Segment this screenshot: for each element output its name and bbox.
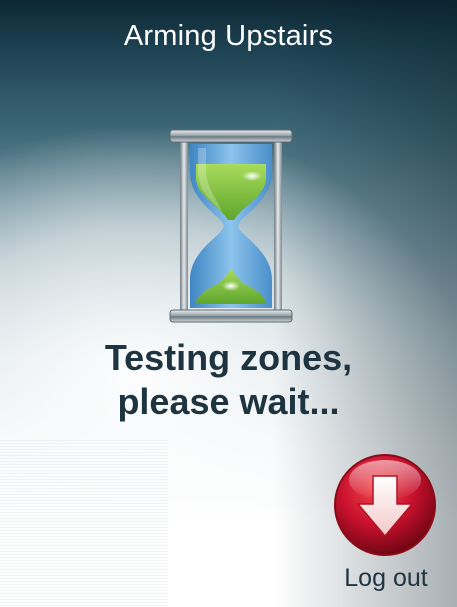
arming-screen: Arming Upstairs Testing zones, please wa… (0, 0, 457, 607)
logout-button[interactable]: Log out (330, 452, 442, 597)
page-title: Arming Upstairs (123, 20, 334, 52)
status-message-line-1: Testing zones, (104, 337, 353, 378)
arrow-down-icon (334, 454, 436, 556)
decorative-stripes (0, 440, 168, 607)
logout-label: Log out (344, 564, 428, 592)
status-message: Testing zones, please wait... (0, 336, 457, 424)
hourglass-icon (169, 129, 293, 323)
status-message-line-2: please wait... (117, 381, 340, 422)
